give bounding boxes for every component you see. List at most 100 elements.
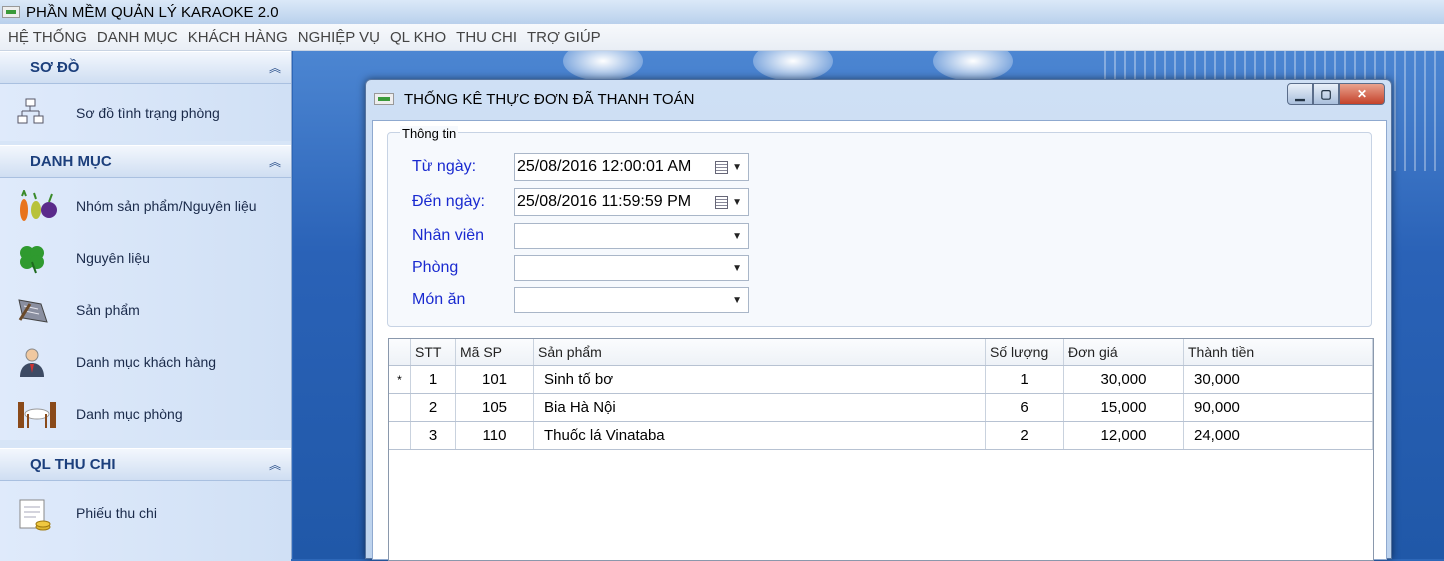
table-row[interactable]: * 1 101 Sinh tố bơ 1 30,000 30,000 (389, 366, 1373, 394)
to-date-picker[interactable]: 25/08/2016 11:59:59 PM ▼ (514, 188, 749, 216)
menu-ql-kho[interactable]: QL KHO (390, 29, 446, 46)
chevron-down-icon[interactable]: ▼ (732, 162, 742, 173)
column-header-don-gia[interactable]: Đơn giá (1064, 339, 1184, 365)
cell-thanh-tien[interactable]: 24,000 (1184, 422, 1373, 449)
column-header-thanh-tien[interactable]: Thành tiền (1184, 339, 1373, 365)
group-header-ql-thu-chi[interactable]: QL THU CHI ︽ (0, 448, 291, 481)
room-label: Phòng (412, 259, 459, 276)
column-header-ma-sp[interactable]: Mã SP (456, 339, 534, 365)
sidebar: SƠ ĐỒ ︽ Sơ đồ tình trạng phòng DANH MỤC … (0, 51, 292, 561)
room-row: Phòng ▼ (412, 255, 749, 281)
group-title: SƠ ĐỒ (30, 59, 80, 76)
cell-stt[interactable]: 3 (411, 422, 456, 449)
cell-ma-sp[interactable]: 105 (456, 394, 534, 421)
row-marker-icon (389, 394, 411, 421)
group-header-danh-muc[interactable]: DANH MỤC ︽ (0, 145, 291, 178)
info-groupbox: Thông tin Từ ngày: 25/08/2016 12:00:01 A… (387, 126, 1372, 327)
window-controls: ▁ ▢ ✕ (1287, 83, 1385, 105)
cell-so-luong[interactable]: 1 (986, 366, 1064, 393)
sidebar-item-label: Sản phẩm (76, 302, 140, 318)
cell-so-luong[interactable]: 2 (986, 422, 1064, 449)
menu-khach-hang[interactable]: KHÁCH HÀNG (188, 29, 288, 46)
menu-he-thong[interactable]: HỆ THỐNG (8, 29, 87, 46)
receipt-icon (16, 497, 51, 531)
minimize-icon[interactable]: ▁ (1287, 83, 1313, 105)
vegetables-icon (16, 188, 57, 222)
column-header-so-luong[interactable]: Số lượng (986, 339, 1064, 365)
sidebar-item-label: Phiếu thu chi (76, 505, 157, 521)
cell-ma-sp[interactable]: 101 (456, 366, 534, 393)
staff-row: Nhân viên ▼ (412, 223, 749, 249)
sidebar-item-products[interactable]: Sản phẩm (0, 284, 291, 336)
cell-san-pham[interactable]: Sinh tố bơ (534, 366, 986, 393)
cell-don-gia[interactable]: 30,000 (1064, 366, 1184, 393)
dialog-client-area: Thông tin Từ ngày: 25/08/2016 12:00:01 A… (372, 120, 1387, 561)
cell-thanh-tien[interactable]: 30,000 (1184, 366, 1373, 393)
cell-don-gia[interactable]: 15,000 (1064, 394, 1184, 421)
sidebar-item-ingredients[interactable]: Nguyên liệu (0, 232, 291, 284)
menu-danh-muc[interactable]: DANH MỤC (97, 29, 178, 46)
to-date-value: 25/08/2016 11:59:59 PM (517, 193, 692, 210)
collapse-chevron-icon[interactable]: ︽ (269, 59, 281, 76)
close-icon[interactable]: ✕ (1339, 83, 1385, 105)
staff-select[interactable]: ▼ (514, 223, 749, 249)
chevron-down-icon[interactable]: ▼ (732, 263, 742, 274)
calendar-icon[interactable] (715, 160, 729, 174)
sidebar-item-label: Danh mục khách hàng (76, 354, 217, 370)
column-header-san-pham[interactable]: Sản phẩm (534, 339, 986, 365)
from-date-value: 25/08/2016 12:00:01 AM (517, 158, 692, 175)
table-row[interactable]: 3 110 Thuốc lá Vinataba 2 12,000 24,000 (389, 422, 1373, 450)
table-row[interactable]: 2 105 Bia Hà Nội 6 15,000 90,000 (389, 394, 1373, 422)
app-title: PHẦN MỀM QUẢN LÝ KARAOKE 2.0 (26, 3, 279, 21)
row-marker-icon (389, 422, 411, 449)
chevron-down-icon[interactable]: ▼ (732, 197, 742, 208)
sidebar-item-label: Nhóm sản phẩm/Nguyên liệu (76, 198, 257, 214)
customer-icon (16, 346, 48, 378)
collapse-chevron-icon[interactable]: ︽ (269, 153, 281, 170)
to-date-row: Đến ngày: 25/08/2016 11:59:59 PM ▼ (412, 188, 749, 216)
chevron-down-icon[interactable]: ▼ (732, 231, 742, 242)
column-header-stt[interactable]: STT (411, 339, 456, 365)
maximize-icon[interactable]: ▢ (1313, 83, 1339, 105)
clover-icon (16, 242, 48, 274)
sidebar-item-label: Nguyên liệu (76, 250, 150, 266)
menu-nghiep-vu[interactable]: NGHIỆP VỤ (298, 29, 380, 46)
dialog-titlebar[interactable]: THỐNG KÊ THỰC ĐƠN ĐÃ THANH TOÁN (366, 80, 1391, 118)
from-date-picker[interactable]: 25/08/2016 12:00:01 AM ▼ (514, 153, 749, 181)
cell-san-pham[interactable]: Bia Hà Nội (534, 394, 986, 421)
groupbox-title: Thông tin (400, 126, 459, 141)
cell-san-pham[interactable]: Thuốc lá Vinataba (534, 422, 986, 449)
room-status-diagram-icon (16, 97, 48, 129)
product-icon (16, 294, 48, 326)
cell-stt[interactable]: 2 (411, 394, 456, 421)
chevron-down-icon[interactable]: ▼ (732, 295, 742, 306)
sidebar-item-rooms[interactable]: Danh mục phòng (0, 388, 291, 440)
from-date-label: Từ ngày: (412, 158, 477, 175)
group-title: DANH MỤC (30, 153, 112, 170)
cell-ma-sp[interactable]: 110 (456, 422, 534, 449)
menu-tro-giup[interactable]: TRỢ GIÚP (527, 29, 601, 46)
dish-select[interactable]: ▼ (514, 287, 749, 313)
menu-bar: HỆ THỐNG DANH MỤC KHÁCH HÀNG NGHIỆP VỤ Q… (0, 24, 1444, 51)
room-select[interactable]: ▼ (514, 255, 749, 281)
sidebar-item-label: Danh mục phòng (76, 406, 183, 422)
sidebar-item-customers[interactable]: Danh mục khách hàng (0, 336, 291, 388)
cell-thanh-tien[interactable]: 90,000 (1184, 394, 1373, 421)
app-icon (2, 6, 20, 18)
row-marker-icon: * (389, 366, 411, 393)
report-dialog: THỐNG KÊ THỰC ĐƠN ĐÃ THANH TOÁN ▁ ▢ ✕ Th… (365, 79, 1392, 561)
cell-don-gia[interactable]: 12,000 (1064, 422, 1184, 449)
group-header-so-do[interactable]: SƠ ĐỒ ︽ (0, 51, 291, 84)
sidebar-item-product-group[interactable]: Nhóm sản phẩm/Nguyên liệu (0, 180, 291, 232)
result-grid[interactable]: STT Mã SP Sản phẩm Số lượng Đơn giá Thàn… (388, 338, 1374, 561)
cell-so-luong[interactable]: 6 (986, 394, 1064, 421)
sidebar-item-label: Sơ đồ tình trạng phòng (76, 104, 220, 121)
dish-row: Món ăn ▼ (412, 287, 749, 313)
cell-stt[interactable]: 1 (411, 366, 456, 393)
sidebar-item-room-status[interactable]: Sơ đồ tình trạng phòng (0, 84, 291, 141)
sidebar-item-receipts[interactable]: Phiếu thu chi (0, 481, 291, 545)
menu-thu-chi[interactable]: THU CHI (456, 29, 517, 46)
calendar-icon[interactable] (715, 195, 729, 209)
collapse-chevron-icon[interactable]: ︽ (269, 456, 281, 473)
dining-table-icon (16, 398, 56, 430)
